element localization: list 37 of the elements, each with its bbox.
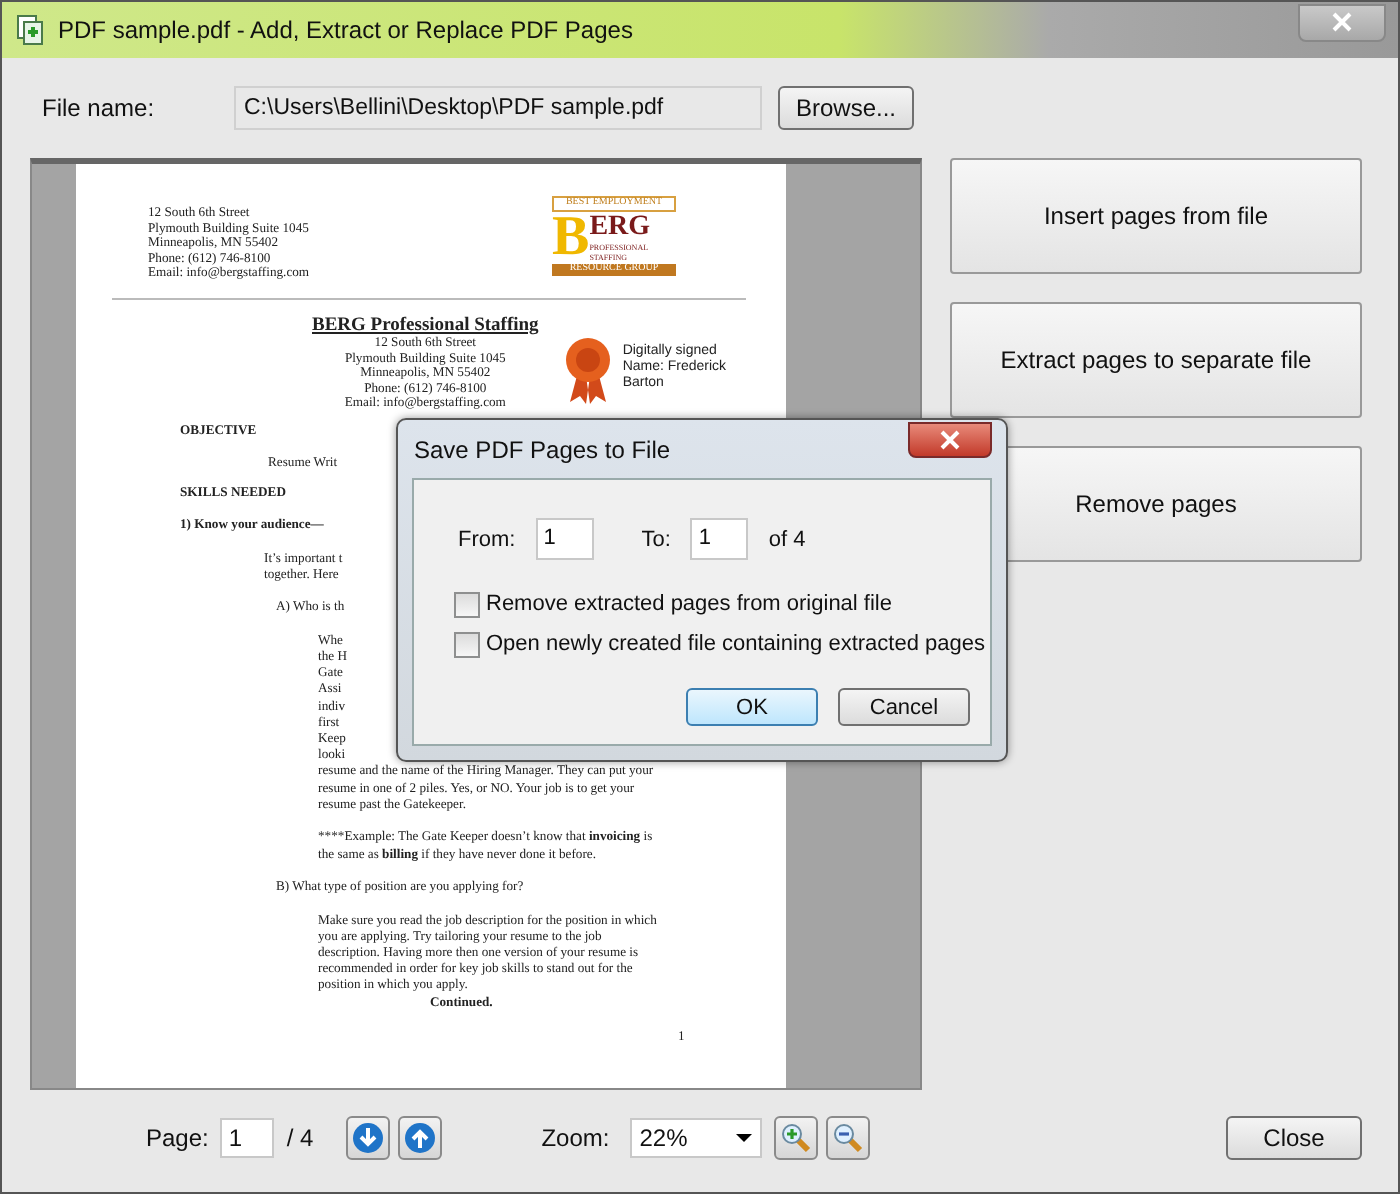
browse-button[interactable]: Browse... <box>778 86 914 130</box>
checkbox[interactable] <box>454 591 480 617</box>
file-name-field[interactable]: C:\Users\Bellini\Desktop\PDF sample.pdf <box>234 86 762 130</box>
window-title: PDF sample.pdf - Add, Extract or Replace PDF Pages <box>58 16 635 44</box>
close-button[interactable]: Close <box>1226 1116 1362 1160</box>
zoom-out-icon <box>831 1122 864 1154</box>
action-button[interactable]: Insert pages from file <box>950 158 1362 274</box>
checkbox-label: Remove extracted pages from original file <box>486 592 892 616</box>
action-button[interactable]: Extract pages to separate file <box>950 302 1362 418</box>
close-icon <box>1332 12 1352 32</box>
page-number-field[interactable]: 1 <box>220 1118 275 1158</box>
dialog-title: Save PDF Pages to File <box>414 435 671 463</box>
from-field[interactable]: 1 <box>535 518 594 560</box>
from-label: From: <box>458 527 516 551</box>
close-icon <box>940 429 960 449</box>
pages-icon <box>14 14 46 46</box>
zoom-label: Zoom: <box>541 1124 610 1152</box>
caret-icon <box>735 1134 752 1142</box>
to-field[interactable]: 1 <box>690 518 749 560</box>
zoom-out-button[interactable] <box>825 1116 870 1160</box>
next-page-button[interactable] <box>345 1116 390 1160</box>
checkbox-label: Open newly created file containing extracted pages <box>486 632 985 656</box>
seal-icon <box>562 335 615 404</box>
zoom-in-button[interactable] <box>773 1116 818 1160</box>
checkbox[interactable] <box>454 631 480 657</box>
close-button[interactable] <box>908 421 992 457</box>
page-total: / 4 <box>286 1124 314 1152</box>
cancel-button[interactable]: Cancel <box>838 688 970 726</box>
document-heading: BERG Professional Staffing <box>312 315 539 336</box>
ok-button[interactable]: OK <box>686 688 818 726</box>
to-label: To: <box>641 527 671 551</box>
previous-page-button[interactable] <box>397 1116 442 1160</box>
page-count: of 4 <box>768 527 806 551</box>
zoom-dropdown[interactable]: 22% <box>629 1118 762 1158</box>
zoom-in-icon <box>779 1122 812 1154</box>
page-label: Page: <box>146 1124 209 1152</box>
file-name-label: File name: <box>40 94 157 122</box>
